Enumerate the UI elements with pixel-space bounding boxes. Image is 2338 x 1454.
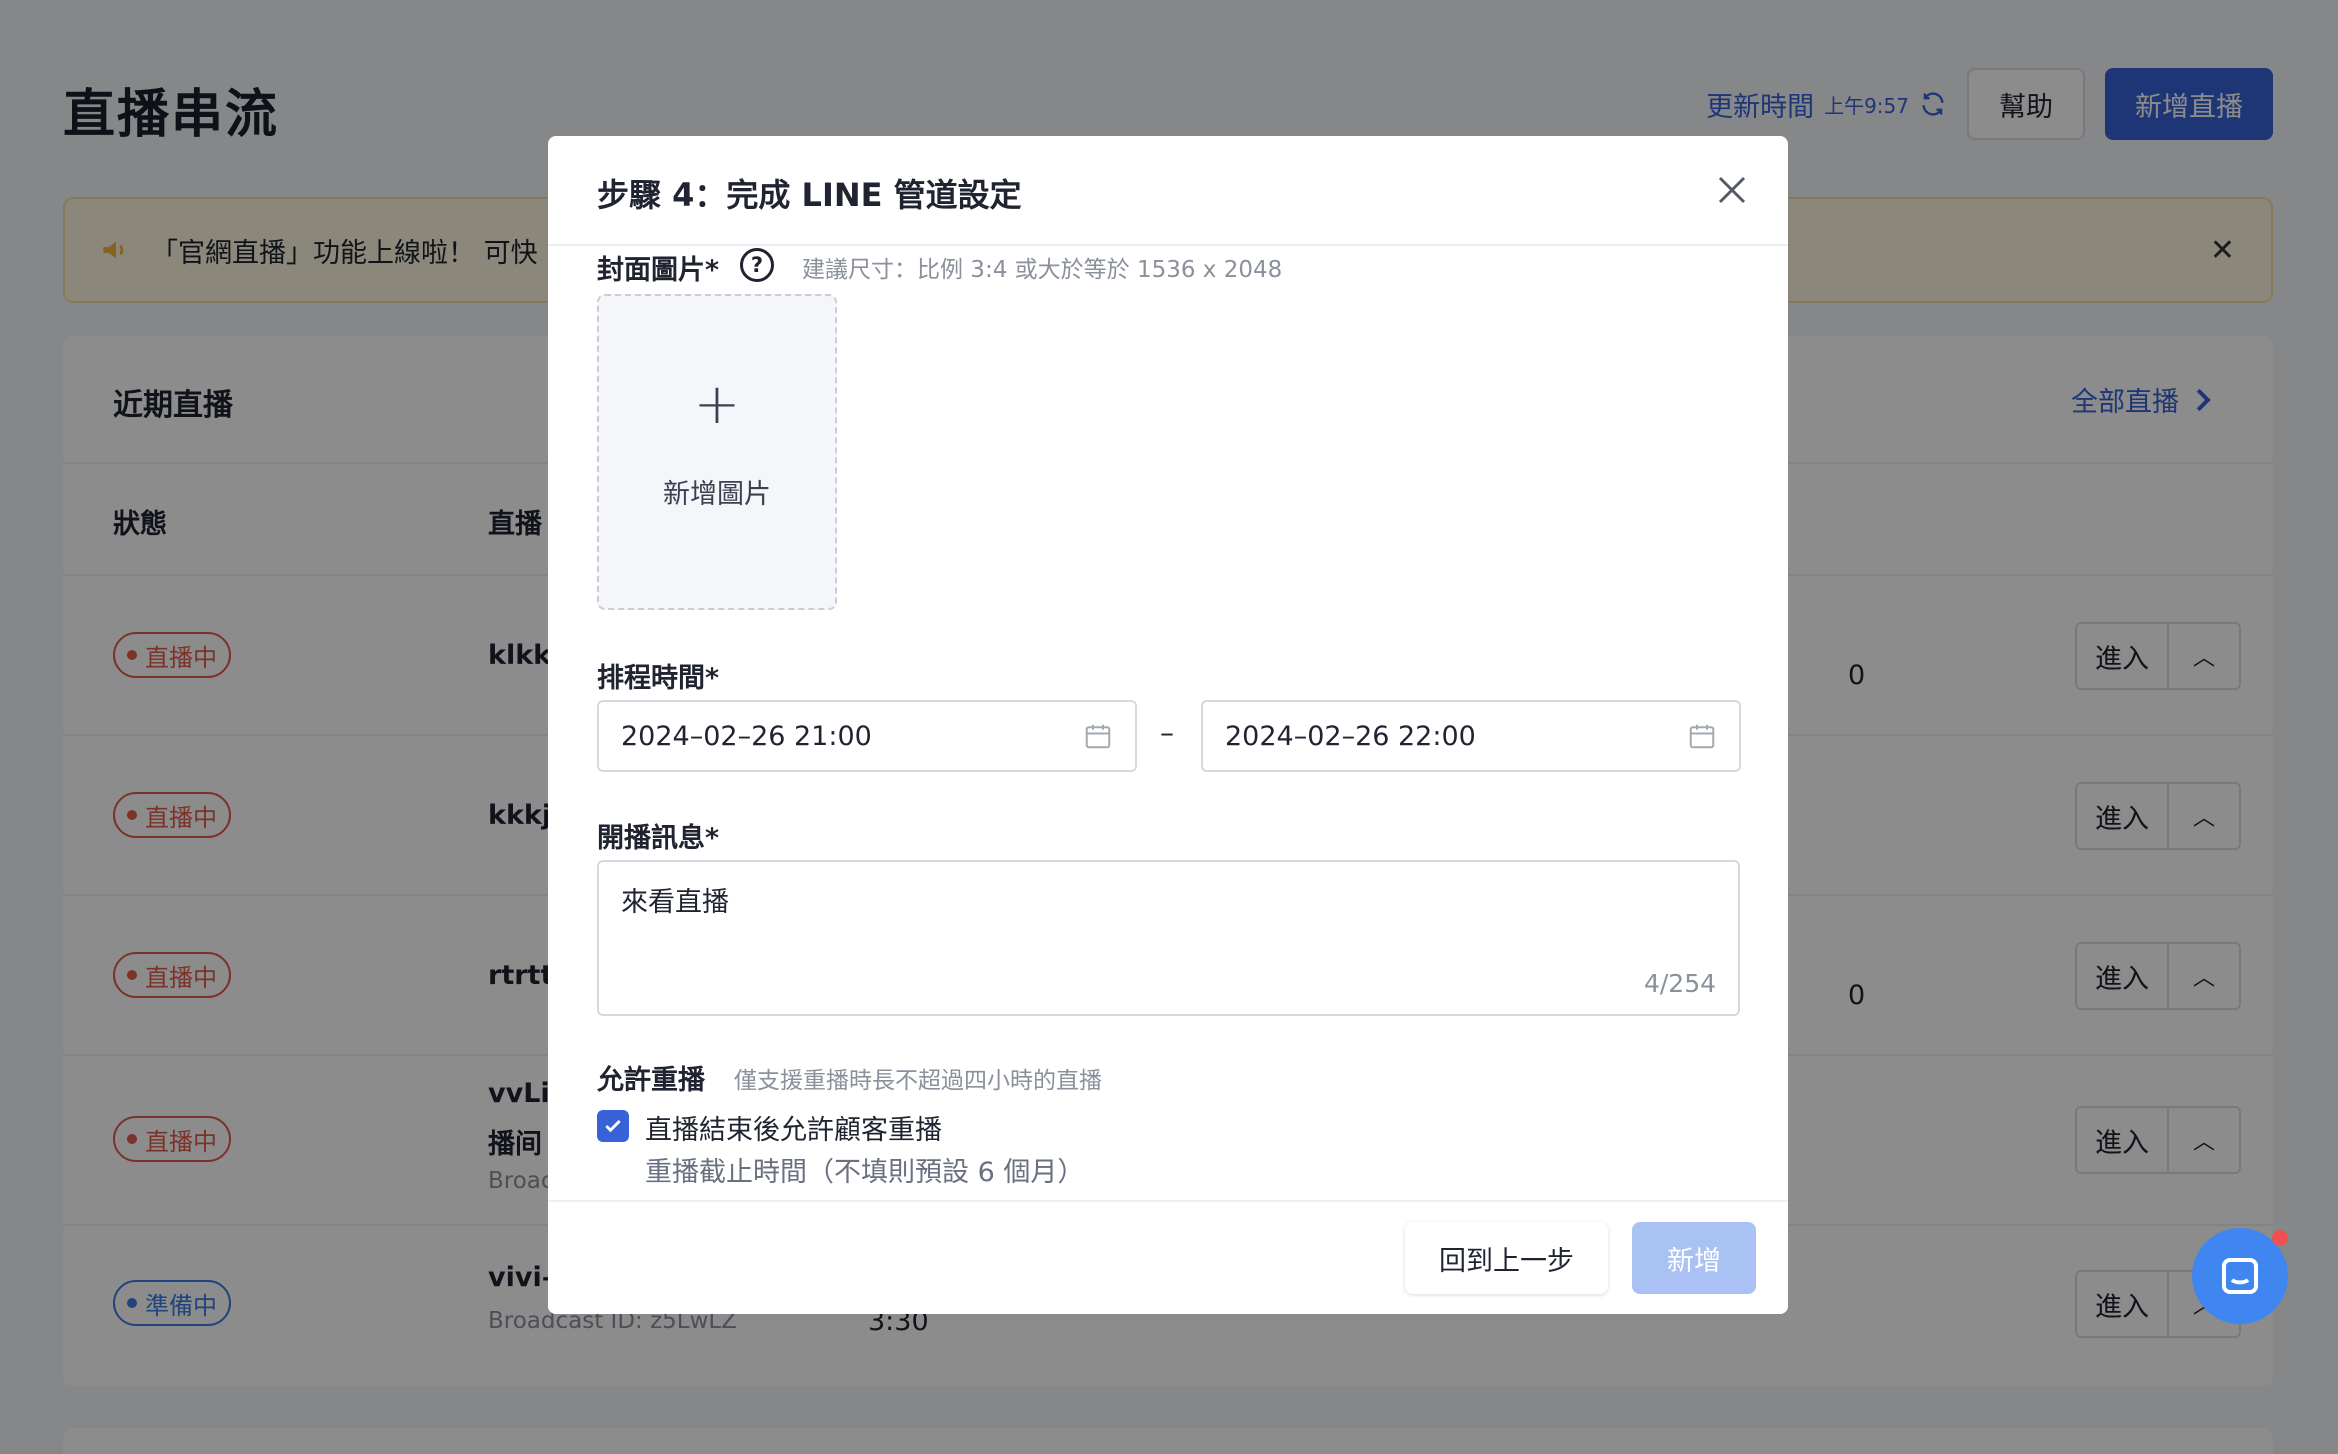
start-datetime-input[interactable]: 2024–02–26 21:00 (597, 700, 1137, 772)
notification-dot (2272, 1230, 2288, 1246)
modal-header: 步驟 4：完成 LINE 管道設定 (548, 136, 1788, 246)
allow-replay-checkbox[interactable] (597, 1110, 629, 1142)
help-icon[interactable]: ? (740, 248, 774, 282)
character-count: 4/254 (1643, 969, 1716, 998)
allow-replay-label[interactable]: 直播結束後允許顧客重播 (645, 1108, 942, 1147)
cover-image-label: 封面圖片* (597, 255, 720, 286)
replay-deadline-label: 重播截止時間（不填則預設 6 個月） (645, 1157, 1085, 1188)
back-button[interactable]: 回到上一步 (1405, 1222, 1608, 1294)
submit-button[interactable]: 新增 (1632, 1222, 1756, 1294)
line-channel-setup-modal: 步驟 4：完成 LINE 管道設定 封面圖片* ? 建議尺寸：比例 3:4 或大… (548, 136, 1788, 1314)
message-textarea[interactable]: 來看直播 4/254 (597, 860, 1740, 1016)
end-datetime-input[interactable]: 2024–02–26 22:00 (1201, 700, 1741, 772)
upload-text: 新增圖片 (663, 479, 771, 510)
message-label: 開播訊息* (597, 823, 720, 854)
date-range-separator: – (1160, 716, 1174, 749)
cover-image-uploader[interactable]: + 新增圖片 (597, 294, 837, 610)
end-datetime-value: 2024–02–26 22:00 (1225, 720, 1476, 752)
calendar-icon (1689, 724, 1715, 749)
chat-icon (2222, 1258, 2258, 1294)
message-value: 來看直播 (621, 887, 729, 918)
close-icon[interactable] (1714, 172, 1750, 208)
schedule-label: 排程時間* (597, 663, 720, 694)
chat-button[interactable] (2192, 1228, 2288, 1324)
cover-image-hint: 建議尺寸：比例 3:4 或大於等於 1536 x 2048 (802, 257, 1283, 283)
checkmark-icon (605, 1119, 621, 1133)
modal-title: 步驟 4：完成 LINE 管道設定 (597, 176, 1022, 214)
plus-icon: + (693, 372, 741, 437)
modal-footer: 回到上一步 新增 (548, 1200, 1788, 1314)
start-datetime-value: 2024–02–26 21:00 (621, 720, 872, 752)
replay-hint: 僅支援重播時長不超過四小時的直播 (734, 1068, 1102, 1094)
calendar-icon (1085, 724, 1111, 749)
replay-label: 允許重播 (597, 1065, 705, 1096)
